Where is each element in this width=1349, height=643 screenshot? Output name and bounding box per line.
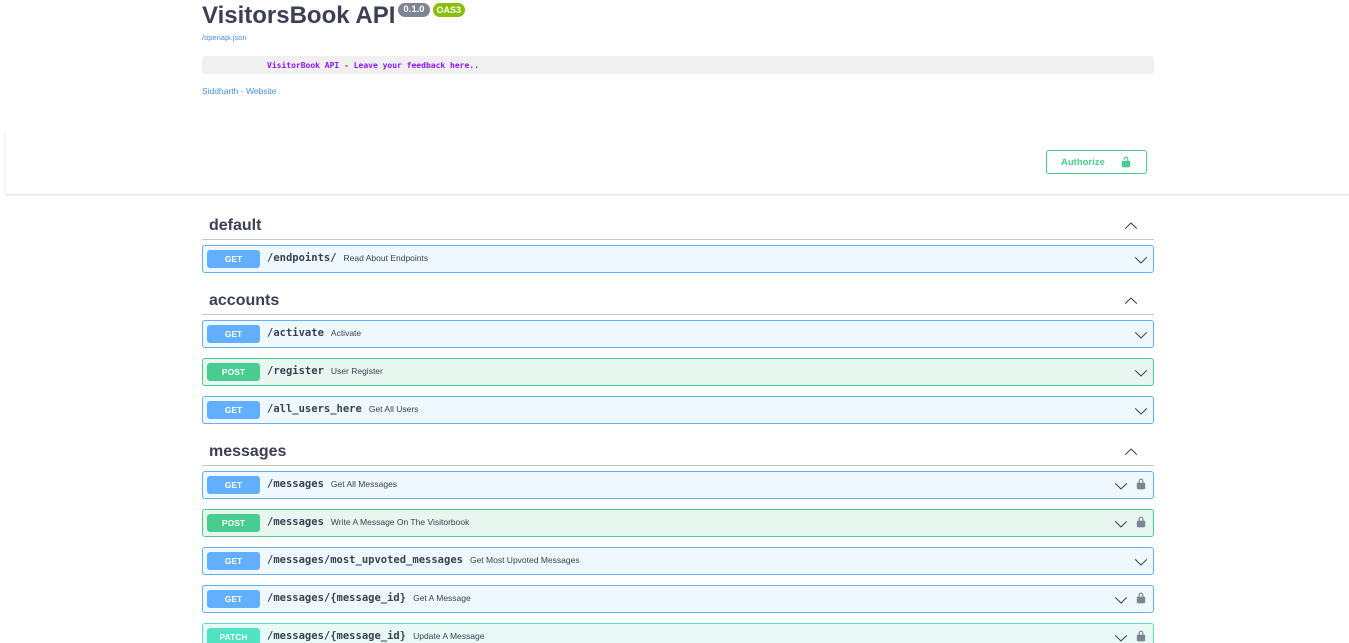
chevron-down-icon[interactable]: [1114, 631, 1128, 643]
operation-path: /all_users_here Get All Users: [267, 403, 418, 415]
path-text: /endpoints/: [267, 252, 337, 264]
chevron-down-icon[interactable]: [1134, 253, 1148, 272]
method-badge: GET: [207, 552, 260, 570]
chevron-down-icon[interactable]: [1134, 366, 1148, 385]
authorize-button[interactable]: Authorize: [1046, 150, 1147, 174]
operation-post[interactable]: POST/messages Write A Message On The Visi…: [202, 509, 1154, 537]
version-badge: 0.1.0: [398, 3, 430, 17]
scheme-container: Authorize: [5, 130, 1349, 194]
lock-icon[interactable]: [1135, 477, 1147, 496]
operation-path: /messages Write A Message On The Visitorb…: [267, 516, 469, 528]
method-badge: GET: [207, 476, 260, 494]
authorize-label: Authorize: [1061, 156, 1105, 168]
operation-summary: Get A Message: [413, 593, 471, 603]
operation-path: /messages Get All Messages: [267, 478, 397, 490]
chevron-up-icon[interactable]: [1124, 445, 1138, 464]
operation-path: /messages/{message_id} Get A Message: [267, 592, 471, 604]
external-website-link[interactable]: Siddharth - Website: [202, 86, 277, 96]
method-badge: GET: [207, 401, 260, 419]
operation-patch[interactable]: PATCH/messages/{message_id} Update A Mess…: [202, 623, 1154, 643]
api-description: VisitorBook API - Leave your feedback he…: [202, 56, 1154, 74]
chevron-up-icon[interactable]: [1124, 219, 1138, 238]
operation-path: /messages/{message_id} Update A Message: [267, 630, 484, 642]
path-text: /messages/most_upvoted_messages: [267, 554, 463, 566]
oas-badge: OAS3: [432, 3, 466, 17]
operation-path: /register User Register: [267, 365, 383, 377]
operation-summary: Activate: [330, 328, 362, 338]
path-text: /messages: [267, 478, 324, 490]
method-badge: PATCH: [207, 628, 260, 643]
operation-get[interactable]: GET/messages/most_upvoted_messages Get Mo…: [202, 547, 1154, 575]
chevron-down-icon[interactable]: [1134, 404, 1148, 423]
lock-icon[interactable]: [1135, 591, 1147, 610]
api-info: VisitorsBook API 0.1.0 OAS3 /openapi.jso…: [202, 0, 1154, 96]
operation-get[interactable]: GET/messages/{message_id} Get A Message: [202, 585, 1154, 613]
operation-path: /activate Activate: [267, 327, 361, 339]
operation-summary: User Register: [330, 366, 383, 376]
chevron-up-icon[interactable]: [1124, 294, 1138, 313]
title-row: VisitorsBook API 0.1.0 OAS3: [202, 0, 1154, 34]
method-badge: GET: [207, 590, 260, 608]
operation-post[interactable]: POST/register User Register: [202, 358, 1154, 386]
operation-summary: Get All Users: [368, 404, 419, 414]
method-badge: GET: [207, 250, 260, 268]
operation-summary: Read About Endpoints: [343, 253, 429, 263]
operation-summary: Get Most Upvoted Messages: [469, 555, 580, 565]
tag-header-2[interactable]: messages: [202, 438, 1154, 466]
method-badge: POST: [207, 363, 260, 381]
operation-summary: Update A Message: [413, 631, 485, 641]
operation-summary: Write A Message On The Visitorbook: [330, 517, 470, 527]
chevron-down-icon[interactable]: [1134, 555, 1148, 574]
tag-name: messages: [209, 443, 287, 460]
tag-name: accounts: [209, 292, 280, 309]
operation-get[interactable]: GET/messages Get All Messages: [202, 471, 1154, 499]
path-text: /messages/{message_id}: [267, 630, 407, 642]
openapi-json-link[interactable]: /openapi.json: [202, 33, 247, 42]
method-badge: POST: [207, 514, 260, 532]
lock-icon[interactable]: [1135, 629, 1147, 643]
api-title: VisitorsBook API: [202, 2, 396, 29]
tag-header-1[interactable]: accounts: [202, 287, 1154, 315]
operation-get[interactable]: GET/endpoints/Read About Endpoints: [202, 245, 1154, 273]
tag-header-0[interactable]: default: [202, 212, 1154, 240]
lock-icon[interactable]: [1135, 515, 1147, 534]
operation-summary: Get All Messages: [330, 479, 398, 489]
path-text: /register: [267, 365, 324, 377]
operation-path: /messages/most_upvoted_messages Get Most …: [267, 554, 580, 566]
unlocked-icon: [1121, 156, 1131, 168]
chevron-down-icon[interactable]: [1114, 517, 1128, 536]
method-badge: GET: [207, 325, 260, 343]
chevron-down-icon[interactable]: [1114, 479, 1128, 498]
operation-path: /endpoints/Read About Endpoints: [267, 252, 428, 264]
api-description-text: VisitorBook API - Leave your feedback he…: [267, 61, 479, 70]
path-text: /messages: [267, 516, 324, 528]
chevron-down-icon[interactable]: [1114, 593, 1128, 612]
path-text: /messages/{message_id}: [267, 592, 407, 604]
operation-get[interactable]: GET/all_users_here Get All Users: [202, 396, 1154, 424]
path-text: /activate: [267, 327, 324, 339]
path-text: /all_users_here: [267, 403, 362, 415]
operation-get[interactable]: GET/activate Activate: [202, 320, 1154, 348]
chevron-down-icon[interactable]: [1134, 328, 1148, 347]
tag-name: default: [209, 217, 262, 234]
